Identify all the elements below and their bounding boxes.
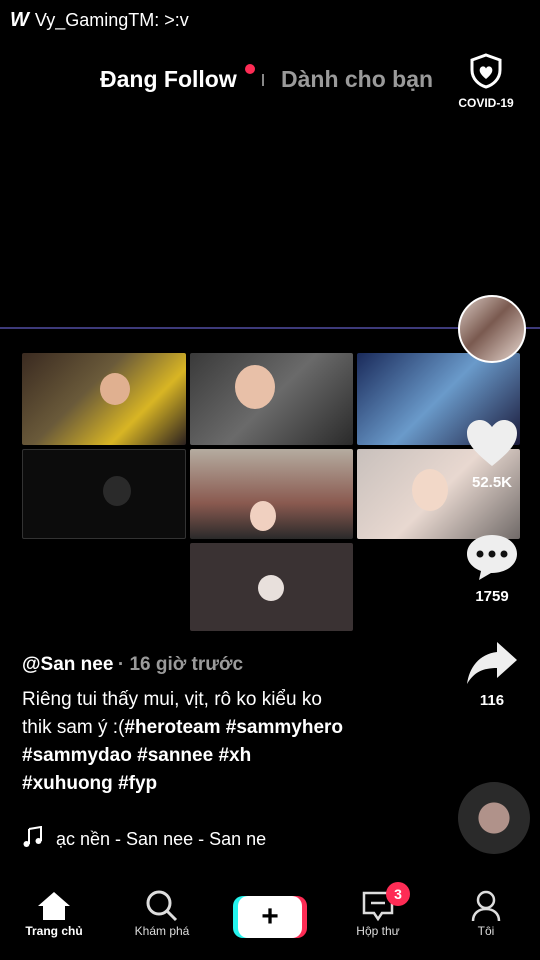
home-icon [14, 888, 94, 924]
video-tile [22, 449, 186, 539]
tab-following[interactable]: Đang Follow [100, 66, 237, 93]
like-count: 52.5K [471, 474, 513, 491]
covid-label: COVID-19 [458, 96, 514, 110]
comment-icon [452, 532, 532, 586]
caption-line: thik sam ý :( [22, 717, 125, 738]
profile-icon [446, 888, 526, 924]
post-time: · 16 giờ trước [117, 654, 244, 675]
share-count: 116 [479, 692, 505, 709]
status-bar: W Vy_GamingTM: >:v [10, 8, 189, 32]
nav-home-label: Trang chủ [25, 924, 83, 938]
music-disc[interactable] [458, 782, 530, 854]
nav-explore-label: Khám phá [134, 924, 190, 938]
shield-icon [450, 53, 522, 94]
search-icon [122, 888, 202, 924]
person-thumbnail [235, 365, 275, 409]
hashtag[interactable]: #xuhuong [22, 773, 113, 794]
music-track-name: ạc nền - San nee - San ne [56, 829, 267, 849]
author-handle[interactable]: @San nee [22, 654, 113, 675]
notification-text: Vy_GamingTM: >:v [34, 9, 189, 30]
hashtag[interactable]: #sammydao [22, 745, 132, 766]
hashtag[interactable]: #fyp [118, 773, 157, 794]
music-info[interactable]: ạc nền - San nee - San ne [22, 825, 326, 853]
comment-count: 1759 [475, 588, 509, 605]
inbox-badge: 3 [386, 882, 410, 906]
caption-line: Riêng tui thấy mui, vịt, rô ko kiểu ko [22, 689, 322, 710]
hashtag[interactable]: #heroteam [124, 717, 220, 738]
hashtag[interactable]: #sammyhero [226, 717, 343, 738]
create-button[interactable]: + [238, 896, 302, 938]
tab-separator [262, 74, 264, 86]
person-thumbnail [100, 373, 130, 405]
music-note-icon [22, 825, 44, 853]
video-tile [190, 353, 353, 445]
share-button[interactable]: 116 [452, 640, 532, 709]
comment-button[interactable]: 1759 [452, 532, 532, 605]
plus-icon: + [261, 900, 279, 933]
video-caption: @San nee · 16 giờ trước Riêng tui thấy m… [22, 654, 422, 798]
video-tile [190, 543, 353, 631]
person-thumbnail [258, 575, 284, 601]
share-arrow-icon [452, 640, 532, 690]
creator-avatar[interactable] [458, 295, 526, 363]
covid-button[interactable]: COVID-19 [450, 53, 522, 110]
hashtag[interactable]: #sannee [137, 745, 213, 766]
hashtag[interactable]: #xh [218, 745, 251, 766]
caption-text: Riêng tui thấy mui, vịt, rô ko kiểu ko t… [22, 686, 422, 798]
app-notification-icon: W [10, 8, 29, 31]
heart-icon [452, 418, 532, 472]
nav-explore[interactable]: Khám phá [122, 888, 202, 938]
nav-profile[interactable]: Tôi [446, 888, 526, 938]
nav-inbox-label: Hộp thư [356, 924, 400, 938]
video-tile [190, 449, 353, 539]
like-button[interactable]: 52.5K [452, 418, 532, 491]
person-thumbnail [250, 501, 276, 531]
tab-for-you[interactable]: Dành cho bạn [281, 66, 433, 93]
video-tile [22, 353, 186, 445]
new-content-dot [245, 64, 255, 74]
nav-home[interactable]: Trang chủ [14, 888, 94, 938]
person-thumbnail [103, 476, 131, 506]
person-thumbnail [412, 469, 448, 511]
nav-profile-label: Tôi [477, 924, 495, 938]
